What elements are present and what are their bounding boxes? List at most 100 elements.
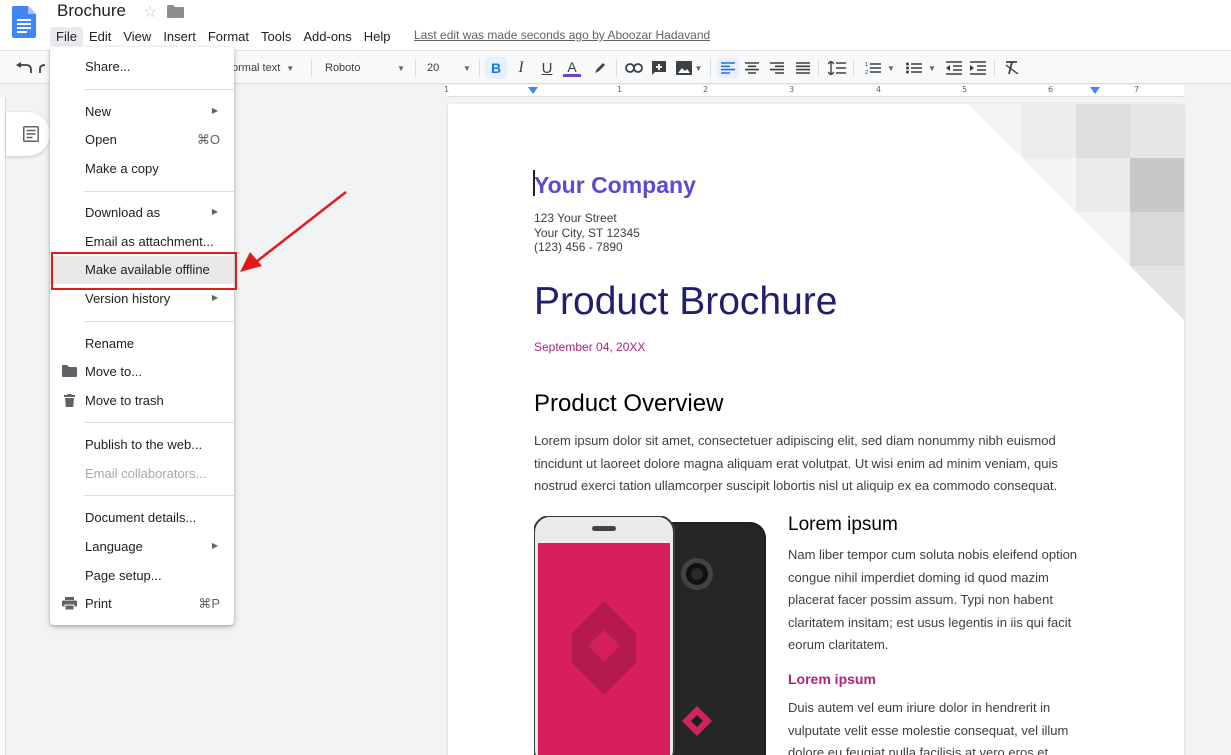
star-icon[interactable]: ☆: [143, 2, 157, 22]
underline-button[interactable]: U: [538, 57, 556, 79]
align-left-icon[interactable]: [717, 57, 739, 79]
menu-item-label: Open: [85, 132, 117, 147]
chevron-down-icon: ▼: [928, 63, 936, 73]
decorative-pattern: [968, 104, 1184, 320]
menu-item-label: Download as: [85, 205, 161, 220]
left-indent-marker[interactable]: [528, 87, 538, 94]
file-menu: Share... New ▶ Open ⌘O Make a copy Downloa…: [50, 47, 234, 625]
section-heading[interactable]: Lorem ipsum: [788, 514, 898, 536]
toolbar-divider: [311, 59, 312, 77]
menu-help[interactable]: Help: [358, 27, 397, 46]
bold-button[interactable]: B: [485, 57, 507, 79]
menu-item-version-history[interactable]: Version history ▶: [50, 287, 234, 311]
chevron-down-icon: ▼: [694, 63, 703, 73]
document-page[interactable]: Your Company 123 Your Street Your City, …: [448, 104, 1184, 755]
clear-formatting-icon[interactable]: [1002, 57, 1022, 79]
print-icon: [62, 597, 77, 610]
menu-bar: File Edit View Insert Format Tools Add-o…: [50, 25, 397, 47]
menu-divider: [84, 89, 234, 90]
menu-tools[interactable]: Tools: [255, 27, 297, 46]
align-justify-icon[interactable]: [794, 57, 812, 79]
ruler[interactable]: 1 1 2 3 4 5 6 7: [444, 85, 1184, 97]
menu-addons[interactable]: Add-ons: [297, 27, 357, 46]
document-outline-button[interactable]: [6, 112, 50, 156]
section-paragraph[interactable]: Nam liber tempor cum soluta nobis eleife…: [788, 544, 1098, 657]
menu-item-publish[interactable]: Publish to the web...: [50, 433, 234, 457]
menu-insert[interactable]: Insert: [157, 27, 202, 46]
subsection-heading[interactable]: Lorem ipsum: [788, 671, 876, 687]
menu-item-label: Email as attachment...: [85, 234, 214, 249]
redo-icon[interactable]: [38, 57, 50, 79]
menu-item-share[interactable]: Share...: [50, 55, 234, 79]
menu-item-page-setup[interactable]: Page setup...: [50, 564, 234, 588]
font-select[interactable]: Roboto ▼: [325, 57, 407, 79]
ruler-tick: 1: [617, 85, 623, 94]
chevron-down-icon: ▼: [887, 63, 895, 73]
last-edit-link[interactable]: Last edit was made seconds ago by Abooza…: [414, 28, 710, 42]
menu-item-new[interactable]: New ▶: [50, 100, 234, 124]
street-address[interactable]: 123 Your Street: [534, 211, 617, 225]
style-select-value: ormal text: [232, 62, 281, 74]
company-name[interactable]: Your Company: [534, 172, 696, 199]
submenu-arrow-icon: ▶: [211, 106, 218, 115]
right-indent-marker[interactable]: [1090, 87, 1100, 94]
menu-item-label: Language: [85, 539, 143, 554]
menu-item-document-details[interactable]: Document details...: [50, 506, 234, 530]
submenu-arrow-icon: ▶: [211, 293, 218, 302]
overview-paragraph[interactable]: Lorem ipsum dolor sit amet, consectetuer…: [534, 430, 1094, 498]
chevron-down-icon: ▼: [463, 63, 471, 73]
menu-item-open[interactable]: Open ⌘O: [50, 128, 234, 152]
align-center-icon[interactable]: [743, 57, 761, 79]
align-right-icon[interactable]: [768, 57, 786, 79]
menu-item-download-as[interactable]: Download as ▶: [50, 201, 234, 225]
folder-icon: [62, 365, 77, 377]
menu-item-rename[interactable]: Rename: [50, 332, 234, 356]
menu-item-label: Rename: [85, 336, 135, 351]
annotation-arrow-icon: [240, 191, 347, 272]
font-select-value: Roboto: [325, 62, 361, 74]
insert-image-icon[interactable]: ▼: [674, 57, 704, 79]
menu-edit[interactable]: Edit: [83, 27, 117, 46]
docs-logo-icon[interactable]: [12, 6, 36, 38]
italic-button[interactable]: I: [512, 57, 530, 79]
toolbar-divider: [616, 59, 617, 77]
menu-item-move-trash[interactable]: Move to trash: [50, 389, 234, 413]
folder-icon[interactable]: [167, 5, 184, 18]
increase-indent-icon[interactable]: [968, 57, 988, 79]
line-spacing-icon[interactable]: [826, 57, 848, 79]
menu-item-email-attachment[interactable]: Email as attachment...: [50, 230, 234, 254]
menu-item-print[interactable]: Print ⌘P: [50, 592, 234, 616]
menu-item-label: Share...: [85, 59, 131, 74]
menu-format[interactable]: Format: [202, 27, 255, 46]
highlight-pen-icon[interactable]: [590, 57, 610, 79]
undo-icon[interactable]: [14, 57, 34, 79]
numbered-list-icon[interactable]: 1 2 ▼: [862, 57, 898, 79]
add-comment-icon[interactable]: [650, 57, 668, 79]
bulleted-list-icon[interactable]: ▼: [903, 57, 939, 79]
link-icon[interactable]: [624, 57, 644, 79]
menu-view[interactable]: View: [117, 27, 157, 46]
decrease-indent-icon[interactable]: [944, 57, 964, 79]
menu-item-label: Version history: [85, 291, 171, 306]
svg-text:1: 1: [865, 62, 868, 68]
toolbar-divider: [415, 59, 416, 77]
document-title[interactable]: Brochure: [57, 1, 126, 21]
menu-item-move-to[interactable]: Move to...: [50, 360, 234, 384]
phone-number[interactable]: (123) 456 - 7890: [534, 240, 623, 254]
style-select[interactable]: ormal text ▼: [232, 57, 304, 79]
menu-item-language[interactable]: Language ▶: [50, 535, 234, 559]
menu-item-label: Print: [85, 596, 112, 611]
menu-file[interactable]: File: [50, 26, 83, 46]
ruler-tick: 3: [789, 85, 795, 94]
city-address[interactable]: Your City, ST 12345: [534, 226, 640, 240]
menu-item-email-collaborators: Email collaborators...: [50, 462, 234, 486]
overview-heading[interactable]: Product Overview: [534, 390, 723, 418]
text-color-button[interactable]: A: [562, 57, 582, 79]
phones-image[interactable]: [534, 516, 768, 755]
brochure-date[interactable]: September 04, 20XX: [534, 340, 645, 354]
menu-item-make-copy[interactable]: Make a copy: [50, 157, 234, 181]
font-size-select[interactable]: 20 ▼: [427, 57, 473, 79]
brochure-title[interactable]: Product Brochure: [534, 280, 838, 324]
subsection-paragraph[interactable]: Duis autem vel eum iriure dolor in hendr…: [788, 697, 1098, 755]
chevron-down-icon: ▼: [286, 63, 295, 73]
